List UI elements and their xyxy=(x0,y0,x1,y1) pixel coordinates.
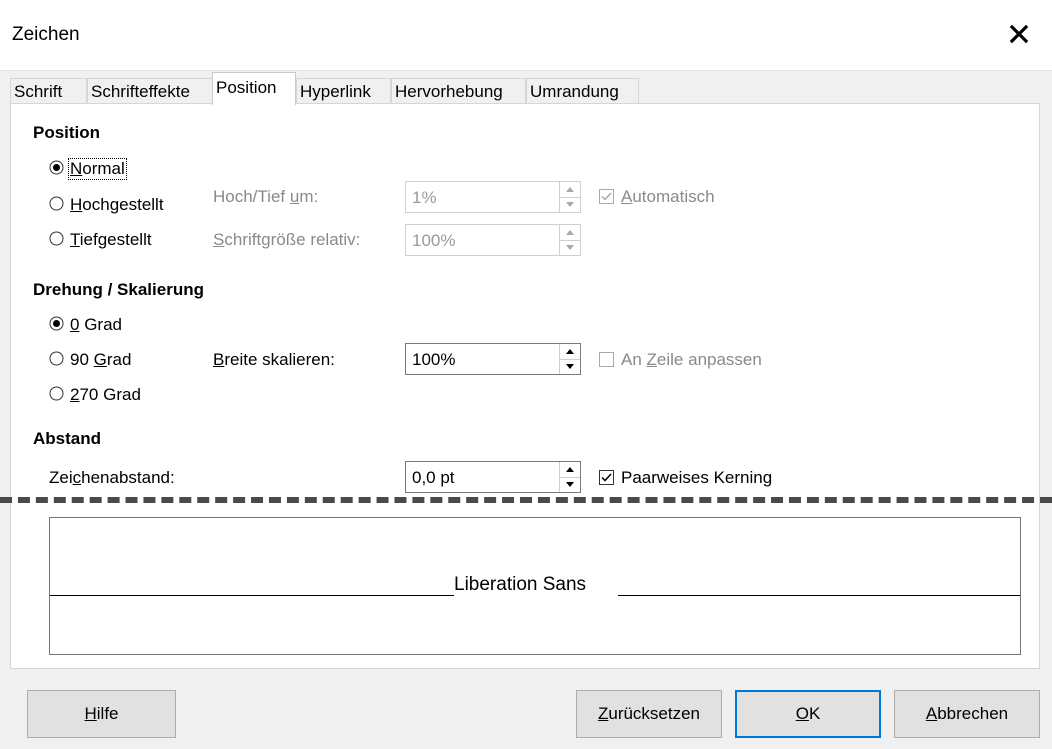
radio-90-grad-label[interactable]: 90 Grad xyxy=(70,350,131,370)
fit-line-checkbox-icon xyxy=(599,352,614,367)
radio-270-grad-icon[interactable] xyxy=(49,386,64,401)
tab-position[interactable]: Position xyxy=(212,72,296,105)
tab-schrifteffekte[interactable]: Schrifteffekte xyxy=(87,78,213,104)
radio-normal-label[interactable]: Normal xyxy=(68,158,127,180)
radio-270-grad-label[interactable]: 270 Grad xyxy=(70,385,141,405)
tab-hervorhebung[interactable]: Hervorhebung xyxy=(391,78,526,104)
triangle-down-icon[interactable] xyxy=(560,359,580,374)
triangle-up-icon[interactable] xyxy=(560,462,580,478)
kerning-label[interactable]: Paarweises Kerning xyxy=(621,468,772,488)
triangle-down-icon xyxy=(566,245,574,250)
tab-bar: Schrift Schrifteffekte Position Hyperlin… xyxy=(10,70,1050,105)
preview-text: Liberation Sans xyxy=(454,574,587,595)
fit-line-label: An Zeile anpassen xyxy=(621,350,762,369)
raise-lower-value: 1% xyxy=(412,188,437,207)
window-title: Zeichen xyxy=(12,24,80,45)
triangle-down-icon xyxy=(566,202,574,207)
character-spacing-value: 0,0 pt xyxy=(412,468,455,487)
raise-lower-label: Hoch/Tief um: xyxy=(213,187,319,206)
relative-size-label: Schriftgröße relativ: xyxy=(213,230,361,249)
radio-0-grad-icon[interactable] xyxy=(49,316,64,331)
baseline-left xyxy=(50,595,454,596)
radio-tiefgestellt-icon[interactable] xyxy=(49,231,64,246)
font-preview: Liberation Sans xyxy=(49,517,1021,655)
radio-0-grad-label[interactable]: 0 Grad xyxy=(70,315,122,335)
help-button[interactable]: Hilfe xyxy=(27,690,176,738)
tab-umrandung[interactable]: Umrandung xyxy=(526,78,639,104)
tab-schrift[interactable]: Schrift xyxy=(10,78,87,104)
scale-width-label: Breite skalieren: xyxy=(213,350,335,369)
triangle-down-icon[interactable] xyxy=(560,477,580,492)
radio-normal-icon[interactable] xyxy=(49,160,64,175)
raise-lower-field: 1% xyxy=(405,181,581,213)
reset-button[interactable]: Zurücksetzen xyxy=(576,690,722,738)
tab-hyperlink[interactable]: Hyperlink xyxy=(296,78,391,104)
ok-button[interactable]: OK xyxy=(735,690,881,738)
rotation-heading: Drehung / Skalierung xyxy=(33,280,204,299)
scale-width-value: 100% xyxy=(412,350,456,369)
position-heading: Position xyxy=(33,123,101,142)
triangle-up-icon xyxy=(560,230,580,241)
character-spacing-field[interactable]: 0,0 pt xyxy=(405,461,581,493)
kerning-checkbox-icon[interactable] xyxy=(599,470,614,485)
relative-size-value: 100% xyxy=(412,231,456,250)
cancel-button[interactable]: Abbrechen xyxy=(894,690,1040,738)
baseline-right xyxy=(618,595,1020,596)
automatisch-label: Automatisch xyxy=(621,187,715,206)
radio-hochgestellt-icon[interactable] xyxy=(49,196,64,211)
character-spacing-label: Zeichenabstand: xyxy=(49,468,175,487)
title-bar: Zeichen xyxy=(0,0,1052,71)
triangle-up-icon[interactable] xyxy=(560,344,580,360)
radio-hochgestellt-label[interactable]: Hochgestellt xyxy=(70,195,164,215)
close-icon[interactable] xyxy=(1004,16,1034,52)
automatisch-checkbox-icon xyxy=(599,189,614,204)
scale-width-field[interactable]: 100% xyxy=(405,343,581,375)
radio-tiefgestellt-label[interactable]: Tiefgestellt xyxy=(70,230,152,250)
relative-size-field: 100% xyxy=(405,224,581,256)
triangle-up-icon xyxy=(560,187,580,198)
dashed-divider xyxy=(0,497,1052,503)
radio-90-grad-icon[interactable] xyxy=(49,351,64,366)
spacing-heading: Abstand xyxy=(33,429,101,448)
